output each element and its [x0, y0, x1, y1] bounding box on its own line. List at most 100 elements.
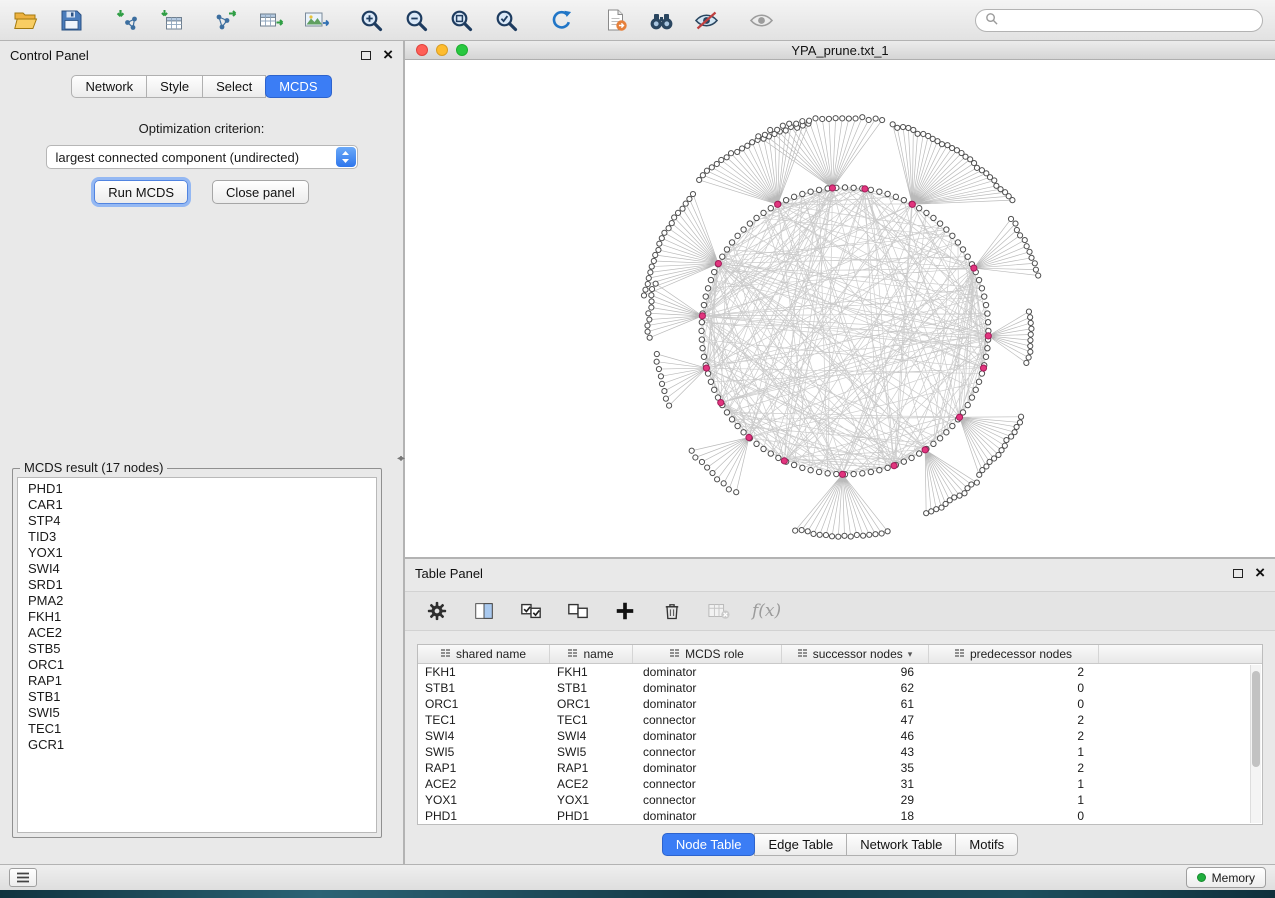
- mcds-result-item[interactable]: TID3: [28, 529, 376, 545]
- table-scrollbar[interactable]: [1250, 665, 1261, 823]
- cell-predecessor-nodes: 1: [929, 745, 1099, 759]
- zoom-in-icon[interactable]: [357, 6, 385, 34]
- mcds-result-item[interactable]: SRD1: [28, 577, 376, 593]
- show-all-icon[interactable]: [747, 6, 775, 34]
- cell-name: TEC1: [550, 713, 633, 727]
- mcds-result-item[interactable]: STB5: [28, 641, 376, 657]
- table-row[interactable]: FKH1FKH1dominator962: [418, 664, 1262, 680]
- column-header-mcds-role[interactable]: MCDS role: [633, 645, 782, 663]
- tab-network[interactable]: Network: [71, 75, 147, 98]
- export-network-icon[interactable]: [212, 6, 240, 34]
- table-row[interactable]: STB1STB1dominator620: [418, 680, 1262, 696]
- import-table-file-icon[interactable]: [157, 6, 185, 34]
- close-window-icon[interactable]: [416, 44, 428, 56]
- table-row[interactable]: ACE2ACE2connector311: [418, 776, 1262, 792]
- search-binoculars-icon[interactable]: [647, 6, 675, 34]
- window-controls: [416, 44, 468, 56]
- cell-predecessor-nodes: 0: [929, 809, 1099, 823]
- open-session-icon[interactable]: [12, 6, 40, 34]
- memory-label: Memory: [1212, 871, 1255, 885]
- mcds-result-item[interactable]: FKH1: [28, 609, 376, 625]
- table-row[interactable]: ORC1ORC1dominator610: [418, 696, 1262, 712]
- network-window-titlebar[interactable]: YPA_prune.txt_1: [405, 41, 1275, 60]
- criterion-select[interactable]: largest connected component (undirected): [46, 145, 358, 169]
- mcds-result-item[interactable]: SWI4: [28, 561, 376, 577]
- cell-shared-name: FKH1: [418, 665, 550, 679]
- status-menu-button[interactable]: [9, 868, 37, 887]
- column-header-predecessor-nodes[interactable]: predecessor nodes: [929, 645, 1099, 663]
- cell-successor-nodes: 18: [782, 809, 929, 823]
- network-canvas[interactable]: [405, 60, 1275, 557]
- save-session-icon[interactable]: [57, 6, 85, 34]
- deselect-all-icon[interactable]: [564, 597, 592, 625]
- gear-icon[interactable]: [423, 597, 451, 625]
- mcds-result-item[interactable]: PHD1: [28, 481, 376, 497]
- mcds-result-item[interactable]: STP4: [28, 513, 376, 529]
- run-mcds-button[interactable]: Run MCDS: [94, 180, 188, 204]
- cell-mcds-role: connector: [633, 777, 782, 791]
- export-table-icon[interactable]: [257, 6, 285, 34]
- mcds-result-item[interactable]: STB1: [28, 689, 376, 705]
- refresh-view-icon[interactable]: [547, 6, 575, 34]
- search-box[interactable]: [975, 9, 1263, 32]
- close-panel-icon[interactable]: ×: [383, 49, 393, 61]
- delete-row-icon[interactable]: [658, 597, 686, 625]
- export-image-icon[interactable]: [302, 6, 330, 34]
- tab-mcds[interactable]: MCDS: [265, 75, 331, 98]
- float-panel-icon[interactable]: [361, 51, 371, 60]
- column-header-shared-name[interactable]: shared name: [418, 645, 550, 663]
- scrollbar-thumb[interactable]: [1252, 671, 1260, 767]
- mcds-result-item[interactable]: TEC1: [28, 721, 376, 737]
- table-row[interactable]: PHD1PHD1dominator180: [418, 808, 1262, 824]
- import-network-file-icon[interactable]: [112, 6, 140, 34]
- export-document-icon[interactable]: [602, 6, 630, 34]
- splitter-grip-icon[interactable]: ◂▸: [397, 453, 403, 464]
- cell-predecessor-nodes: 1: [929, 777, 1099, 791]
- maximize-window-icon[interactable]: [456, 44, 468, 56]
- minimize-window-icon[interactable]: [436, 44, 448, 56]
- mcds-result-item[interactable]: PMA2: [28, 593, 376, 609]
- tab-network-table[interactable]: Network Table: [846, 833, 956, 856]
- table-panel-title: Table Panel: [415, 566, 483, 581]
- column-icon[interactable]: [470, 597, 498, 625]
- column-header-successor-nodes[interactable]: successor nodes▾: [782, 645, 929, 663]
- zoom-out-icon[interactable]: [402, 6, 430, 34]
- table-row[interactable]: SWI5SWI5connector431: [418, 744, 1262, 760]
- mcds-result-item[interactable]: CAR1: [28, 497, 376, 513]
- mcds-result-item[interactable]: YOX1: [28, 545, 376, 561]
- mcds-result-item[interactable]: ORC1: [28, 657, 376, 673]
- mcds-result-list[interactable]: PHD1CAR1STP4TID3YOX1SWI4SRD1PMA2FKH1ACE2…: [17, 477, 377, 833]
- mcds-result-item[interactable]: RAP1: [28, 673, 376, 689]
- mcds-result-item[interactable]: GCR1: [28, 737, 376, 753]
- close-panel-button[interactable]: Close panel: [212, 180, 309, 204]
- column-grid-icon: [670, 647, 680, 661]
- search-input[interactable]: [1004, 13, 1253, 27]
- cell-shared-name: STB1: [418, 681, 550, 695]
- cell-shared-name: TEC1: [418, 713, 550, 727]
- select-all-icon[interactable]: [517, 597, 545, 625]
- zoom-selected-icon[interactable]: [492, 6, 520, 34]
- column-header-name[interactable]: name: [550, 645, 633, 663]
- tab-edge-table[interactable]: Edge Table: [754, 833, 847, 856]
- close-table-panel-icon[interactable]: ×: [1255, 567, 1265, 579]
- table-row[interactable]: RAP1RAP1dominator352: [418, 760, 1262, 776]
- table-row[interactable]: YOX1YOX1connector291: [418, 792, 1262, 808]
- mcds-result-item[interactable]: SWI5: [28, 705, 376, 721]
- hide-selected-icon[interactable]: [692, 6, 720, 34]
- memory-button[interactable]: Memory: [1186, 867, 1266, 888]
- table-panel-header: Table Panel ×: [405, 559, 1275, 587]
- table-row[interactable]: TEC1TEC1connector472: [418, 712, 1262, 728]
- column-grid-icon: [441, 647, 451, 661]
- tab-motifs[interactable]: Motifs: [955, 833, 1018, 856]
- mcds-result-item[interactable]: ACE2: [28, 625, 376, 641]
- table-row[interactable]: SWI4SWI4dominator462: [418, 728, 1262, 744]
- tab-select[interactable]: Select: [202, 75, 266, 98]
- tab-style[interactable]: Style: [146, 75, 203, 98]
- desktop-wallpaper-strip: [0, 890, 1275, 898]
- float-table-panel-icon[interactable]: [1233, 569, 1243, 578]
- add-row-icon[interactable]: [611, 597, 639, 625]
- column-grid-icon: [568, 647, 578, 661]
- memory-status-icon: [1197, 873, 1206, 882]
- tab-node-table[interactable]: Node Table: [662, 833, 756, 856]
- zoom-fit-icon[interactable]: [447, 6, 475, 34]
